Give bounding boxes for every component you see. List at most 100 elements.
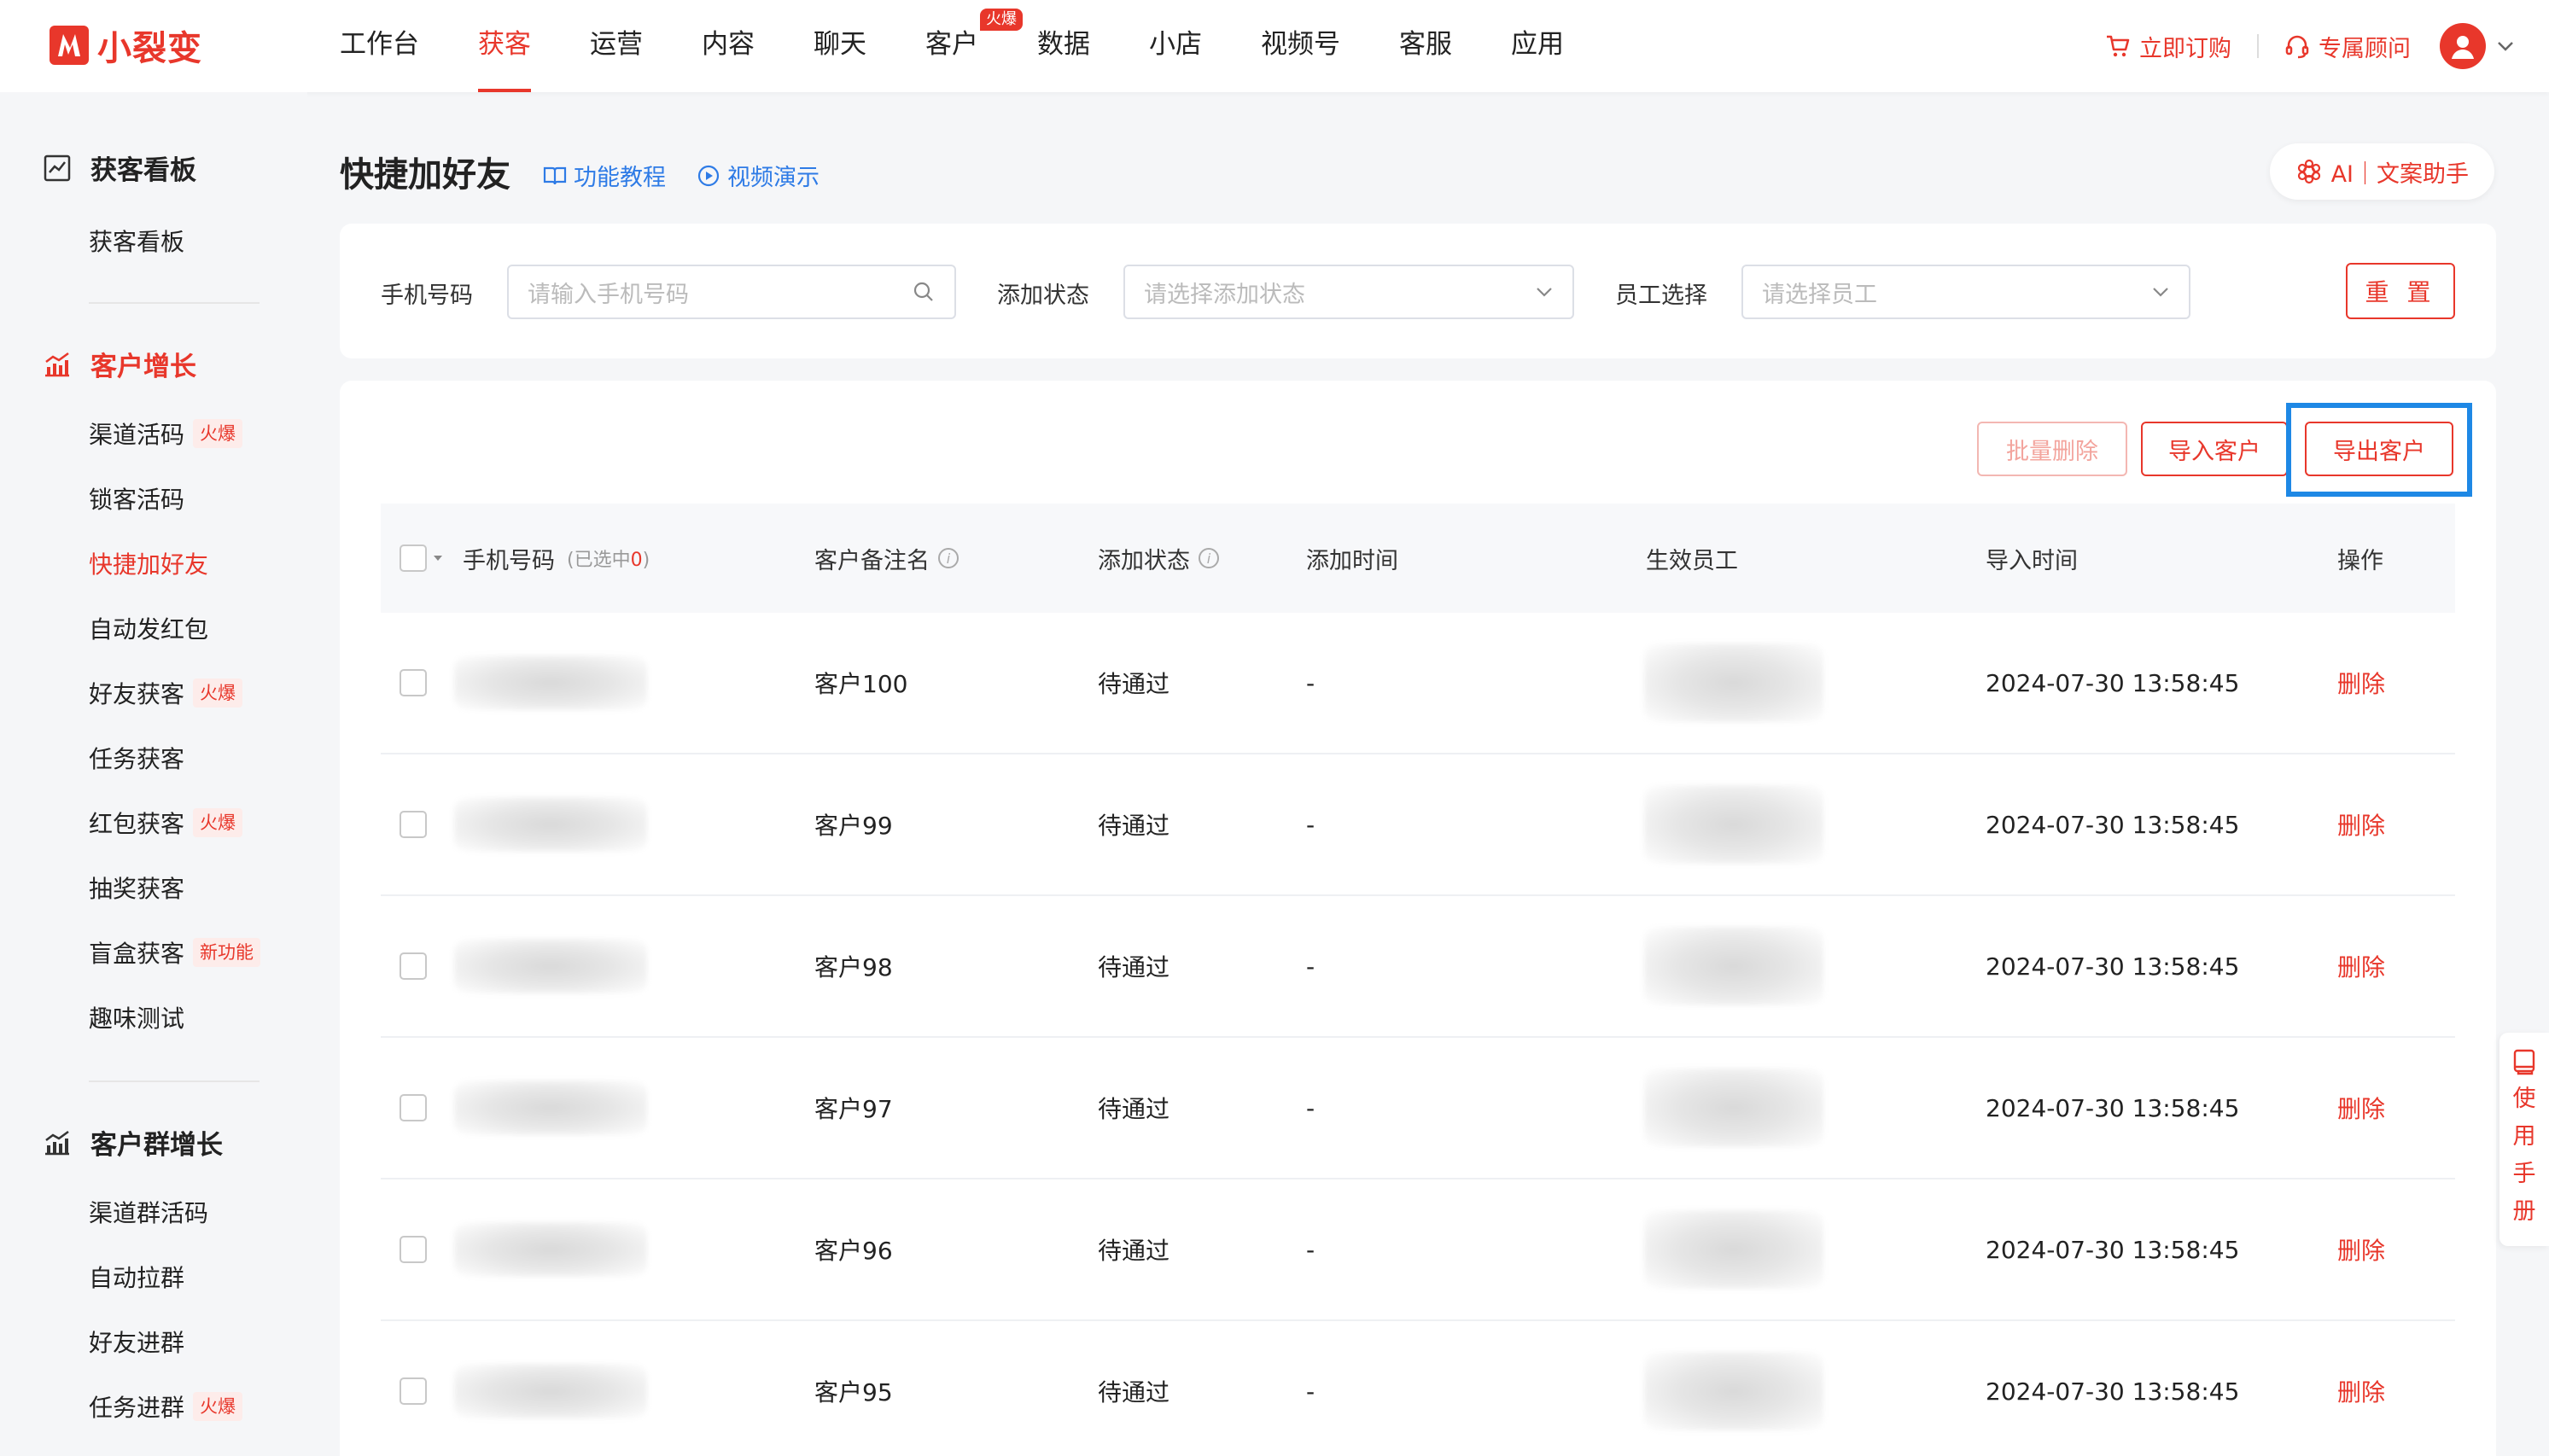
sidebar-item-quick-add-friend[interactable]: 快捷加好友 <box>89 546 208 580</box>
chevron-down-icon[interactable] <box>2496 40 2515 52</box>
page-title: 快捷加好友 <box>340 155 510 195</box>
delete-link[interactable]: 删除 <box>2337 613 2385 753</box>
divider <box>2257 34 2259 58</box>
column-header-remark-label: 客户备注名 <box>814 547 930 574</box>
info-icon[interactable]: i <box>1199 548 1219 568</box>
sidebar-item-auto-redpacket[interactable]: 自动发红包 <box>89 611 208 645</box>
sidebar-group-customer-growth[interactable]: 客户增长 <box>43 345 196 383</box>
delete-link[interactable]: 删除 <box>2337 1179 2385 1319</box>
column-header-ops: 操作 <box>2337 547 2383 574</box>
sidebar-item-task-join-group[interactable]: 任务进群 火爆 <box>89 1389 243 1424</box>
import-time-cell: 2024-07-30 13:58:45 <box>1986 1235 2240 1264</box>
column-header-remark: 客户备注名 i <box>814 504 959 613</box>
user-avatar[interactable] <box>2440 23 2486 69</box>
filter-panel: 手机号码 请输入手机号码 添加状态 请选择添加状态 员工选择 请选择员工 重 置 <box>340 224 2496 358</box>
ai-copywriter-button[interactable]: AI｜文案助手 <box>2269 143 2494 200</box>
nav-item-acquire[interactable]: 获客 <box>478 0 531 92</box>
sidebar-item-lottery-acquire[interactable]: 抽奖获客 <box>89 871 184 905</box>
status-cell: 待通过 <box>1098 1378 1170 1406</box>
status-cell: 待通过 <box>1098 812 1170 840</box>
sidebar-item-redpacket-acquire[interactable]: 红包获客 火爆 <box>89 806 243 840</box>
sidebar-item-task-acquire[interactable]: 任务获客 <box>89 741 184 775</box>
row-checkbox[interactable] <box>400 952 427 980</box>
sidebar-item-blindbox-acquire[interactable]: 盲盒获客 新功能 <box>89 935 261 970</box>
sidebar-item-friend-acquire[interactable]: 好友获客 火爆 <box>89 676 243 710</box>
nav-item-customer-label: 客户 <box>925 29 978 60</box>
sidebar-group-title: 获客看板 <box>90 155 196 186</box>
nav-item-service[interactable]: 客服 <box>1399 0 1452 92</box>
sidebar-item-dashboard[interactable]: 获客看板 <box>89 224 184 258</box>
select-all-checkbox-cell[interactable] <box>400 504 444 613</box>
sidebar-item-friend-join-group[interactable]: 好友进群 <box>89 1325 184 1359</box>
select-all-checkbox[interactable] <box>400 545 427 572</box>
play-icon <box>697 165 720 186</box>
staff-redacted <box>1644 1069 1823 1147</box>
nav-item-apps[interactable]: 应用 <box>1511 0 1564 92</box>
selected-count-value: 0 <box>630 550 643 571</box>
headset-icon <box>2285 35 2309 59</box>
add-time-cell: - <box>1306 952 1315 981</box>
nav-item-content[interactable]: 内容 <box>702 0 755 92</box>
advisor-link[interactable]: 专属顾问 <box>2284 30 2411 63</box>
hot-tag: 火爆 <box>193 678 243 708</box>
user-manual-float-button[interactable]: 使用手册 <box>2499 1033 2549 1246</box>
hot-tag: 火爆 <box>193 1392 243 1421</box>
order-now-link[interactable]: 立即订购 <box>2105 30 2231 63</box>
sidebar-item-fun-test[interactable]: 趣味测试 <box>89 1000 184 1034</box>
sidebar-item-auto-pull-group[interactable]: 自动拉群 <box>89 1260 184 1294</box>
top-right-actions: 立即订购 专属顾问 <box>2105 0 2515 92</box>
growth-icon <box>45 1130 69 1155</box>
sidebar: 获客看板 获客看板 客户增长 渠道活码 火爆 锁客活码 快捷加好友 自动发红包 … <box>0 92 307 1456</box>
tutorial-link[interactable]: 功能教程 <box>543 159 666 192</box>
delete-link[interactable]: 删除 <box>2337 754 2385 894</box>
nav-item-operate[interactable]: 运营 <box>590 0 643 92</box>
export-customers-button[interactable]: 导出客户 <box>2305 422 2453 476</box>
staff-select[interactable]: 请选择员工 <box>1741 265 2190 319</box>
nav-item-shop[interactable]: 小店 <box>1149 0 1202 92</box>
row-checkbox[interactable] <box>400 811 427 838</box>
sidebar-item-label: 任务进群 <box>89 1394 185 1422</box>
row-checkbox[interactable] <box>400 1094 427 1121</box>
column-header-import-time: 导入时间 <box>1986 547 2078 574</box>
sidebar-item-channel-qr[interactable]: 渠道活码 火爆 <box>89 416 243 451</box>
delete-link[interactable]: 删除 <box>2337 1321 2385 1456</box>
phone-number-redacted <box>454 1080 647 1135</box>
selected-count-prefix: (已选中 <box>567 550 631 571</box>
table-header: 手机号码 (已选中0) 客户备注名 i 添加状态 i 添加时间 生效员工 导入时… <box>381 504 2455 613</box>
status-cell: 待通过 <box>1098 953 1170 981</box>
brand-logo[interactable]: 小裂变 <box>50 24 202 68</box>
row-checkbox[interactable] <box>400 669 427 696</box>
import-customers-button[interactable]: 导入客户 <box>2141 422 2288 476</box>
nav-item-workbench[interactable]: 工作台 <box>340 0 419 92</box>
main-nav: 工作台 获客 运营 内容 聊天 客户 火爆 数据 小店 视频号 客服 应用 <box>340 0 1623 92</box>
chevron-down-icon <box>1537 288 1552 297</box>
sidebar-group-group-growth[interactable]: 客户群增长 <box>43 1123 223 1162</box>
info-icon[interactable]: i <box>938 548 959 568</box>
nav-item-channels[interactable]: 视频号 <box>1261 0 1340 92</box>
sidebar-item-label: 渠道活码 <box>89 421 185 449</box>
status-select-placeholder: 请选择添加状态 <box>1144 281 1305 308</box>
row-checkbox[interactable] <box>400 1377 427 1405</box>
sidebar-group-dashboard[interactable]: 获客看板 <box>43 149 196 187</box>
nav-item-chat[interactable]: 聊天 <box>814 0 866 92</box>
advisor-label: 专属顾问 <box>2319 35 2411 62</box>
tutorial-label: 功能教程 <box>574 165 666 191</box>
status-select[interactable]: 请选择添加状态 <box>1123 265 1574 319</box>
row-checkbox[interactable] <box>400 1236 427 1263</box>
sidebar-item-lock-qr[interactable]: 锁客活码 <box>89 481 184 515</box>
new-feature-tag: 新功能 <box>193 938 261 967</box>
nav-item-data[interactable]: 数据 <box>1037 0 1090 92</box>
sidebar-item-channel-group-qr[interactable]: 渠道群活码 <box>89 1195 208 1229</box>
video-demo-link[interactable]: 视频演示 <box>697 159 820 192</box>
delete-link[interactable]: 删除 <box>2337 896 2385 1036</box>
phone-search-input[interactable]: 请输入手机号码 <box>507 265 956 319</box>
reset-button[interactable]: 重 置 <box>2346 263 2455 319</box>
search-icon <box>913 282 933 301</box>
delete-link[interactable]: 删除 <box>2337 1038 2385 1178</box>
staff-redacted <box>1644 644 1823 722</box>
batch-delete-button[interactable]: 批量删除 <box>1977 422 2127 476</box>
remark-cell: 客户100 <box>814 670 908 698</box>
nav-item-customer[interactable]: 客户 火爆 <box>925 0 1023 92</box>
caret-down-icon[interactable] <box>432 554 444 562</box>
status-cell: 待通过 <box>1098 1095 1170 1123</box>
